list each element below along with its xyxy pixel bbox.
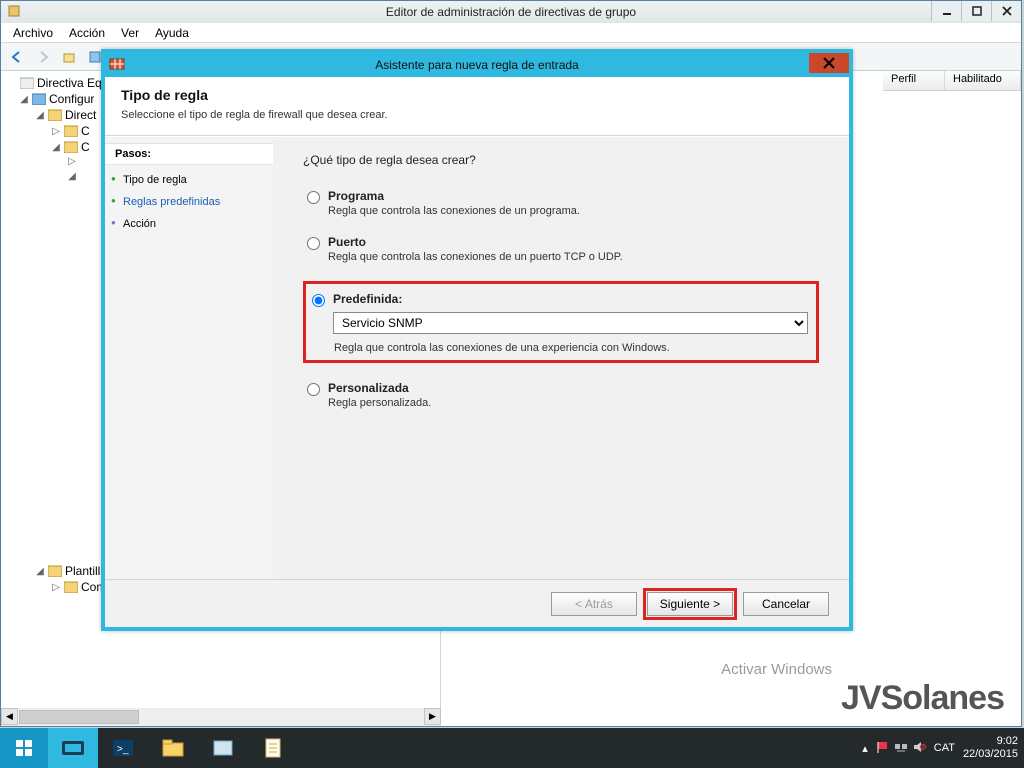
tray-network-icon[interactable]: [894, 740, 908, 757]
option-personalizada-title: Personalizada: [328, 381, 431, 395]
predefined-highlight: Predefinida: Servicio SNMP Regla que con…: [303, 281, 819, 363]
option-programa-desc: Regla que controla las conexiones de un …: [328, 205, 580, 217]
col-habilitado[interactable]: Habilitado: [945, 71, 1021, 90]
list-header: Perfil Habilitado: [883, 71, 1021, 91]
taskbar-item-powershell[interactable]: >_: [98, 728, 148, 768]
tray-sound-icon[interactable]: [912, 740, 926, 757]
tray-date: 22/03/2015: [963, 748, 1018, 761]
steps-label: Pasos:: [105, 143, 273, 165]
menubar: Archivo Acción Ver Ayuda: [1, 23, 1021, 43]
radio-predefinida[interactable]: [312, 294, 325, 307]
tray-flag-icon[interactable]: [876, 740, 890, 757]
option-predefinida[interactable]: Predefinida: Servicio SNMP Regla que con…: [308, 292, 808, 354]
predefined-select[interactable]: Servicio SNMP: [333, 312, 808, 334]
menu-ayuda[interactable]: Ayuda: [147, 24, 197, 42]
system-tray: ▴ CAT 9:02 22/03/2015: [862, 728, 1018, 768]
wizard-header-subtitle: Seleccione el tipo de regla de firewall …: [121, 109, 833, 121]
app-icon: [7, 4, 21, 18]
radio-personalizada[interactable]: [307, 383, 320, 396]
option-predefinida-title: Predefinida:: [333, 292, 808, 306]
option-puerto-title: Puerto: [328, 235, 623, 249]
wizard-footer: < Atrás Siguiente > Cancelar: [105, 579, 849, 627]
close-button[interactable]: [991, 1, 1021, 21]
main-titlebar: Editor de administración de directivas d…: [1, 1, 1021, 23]
scroll-left-arrow[interactable]: ◀: [1, 708, 18, 725]
wizard-titlebar[interactable]: Asistente para nueva regla de entrada: [105, 53, 849, 77]
maximize-button[interactable]: [961, 1, 991, 21]
tray-chevron-up-icon[interactable]: ▴: [862, 742, 868, 755]
start-button[interactable]: [0, 728, 48, 768]
next-button[interactable]: Siguiente >: [647, 592, 733, 616]
taskbar: >_ ▴ CAT 9:02 22/03/2015: [0, 728, 1024, 768]
svg-text:>_: >_: [117, 744, 129, 755]
menu-ver[interactable]: Ver: [113, 24, 147, 42]
forward-button[interactable]: [31, 46, 55, 68]
option-predefinida-desc: Regla que controla las conexiones de una…: [312, 342, 808, 354]
option-puerto-desc: Regla que controla las conexiones de un …: [328, 251, 623, 263]
taskbar-item-explorer[interactable]: [148, 728, 198, 768]
col-perfil[interactable]: Perfil: [883, 71, 945, 90]
option-puerto[interactable]: Puerto Regla que controla las conexiones…: [303, 235, 819, 263]
step-reglas-predefinidas[interactable]: Reglas predefinidas: [105, 191, 273, 213]
menu-accion[interactable]: Acción: [61, 24, 113, 42]
wizard-content: ¿Qué tipo de regla desea crear? Programa…: [273, 137, 849, 579]
wizard-header: Tipo de regla Seleccione el tipo de regl…: [105, 77, 849, 136]
wizard-close-button[interactable]: [809, 53, 849, 73]
main-window-title: Editor de administración de directivas d…: [386, 5, 636, 19]
tray-language[interactable]: CAT: [934, 742, 955, 754]
step-tipo-de-regla[interactable]: Tipo de regla: [105, 169, 273, 191]
taskbar-item-app[interactable]: [198, 728, 248, 768]
up-button[interactable]: [57, 46, 81, 68]
option-programa-title: Programa: [328, 189, 580, 203]
menu-archivo[interactable]: Archivo: [5, 24, 61, 42]
cancel-button[interactable]: Cancelar: [743, 592, 829, 616]
taskbar-item-server-manager[interactable]: [48, 728, 98, 768]
taskbar-item-notepad[interactable]: [248, 728, 298, 768]
radio-puerto[interactable]: [307, 237, 320, 250]
tree-hscrollbar[interactable]: ◀ ▶: [1, 708, 441, 726]
tray-time: 9:02: [963, 735, 1018, 748]
step-accion[interactable]: Acción: [105, 213, 273, 235]
option-personalizada[interactable]: Personalizada Regla personalizada.: [303, 381, 819, 409]
scroll-thumb[interactable]: [19, 710, 139, 724]
option-programa[interactable]: Programa Regla que controla las conexion…: [303, 189, 819, 217]
minimize-button[interactable]: [931, 1, 961, 21]
back-button[interactable]: < Atrás: [551, 592, 637, 616]
firewall-icon: [109, 56, 125, 72]
scroll-right-arrow[interactable]: ▶: [424, 708, 441, 725]
wizard-title: Asistente para nueva regla de entrada: [375, 58, 578, 72]
wizard-prompt: ¿Qué tipo de regla desea crear?: [303, 153, 819, 167]
tray-clock[interactable]: 9:02 22/03/2015: [963, 735, 1018, 761]
wizard-header-title: Tipo de regla: [121, 87, 833, 103]
radio-programa[interactable]: [307, 191, 320, 204]
back-button[interactable]: [5, 46, 29, 68]
wizard-steps-pane: Pasos: Tipo de regla Reglas predefinidas…: [105, 137, 273, 579]
new-inbound-rule-wizard: Asistente para nueva regla de entrada Ti…: [101, 49, 853, 631]
option-personalizada-desc: Regla personalizada.: [328, 397, 431, 409]
